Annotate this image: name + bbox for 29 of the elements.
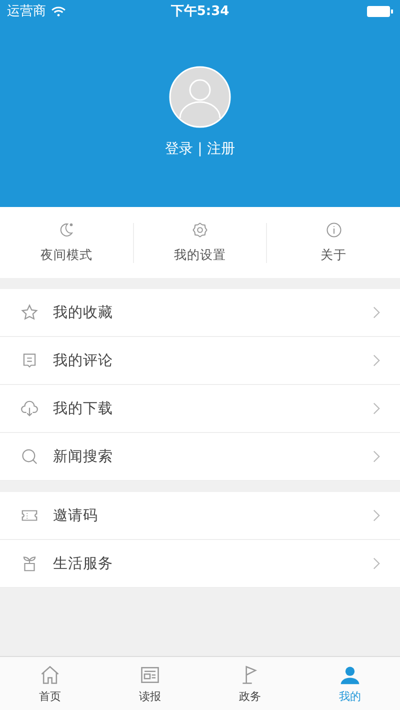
cloud-download-icon bbox=[20, 399, 39, 418]
tab-item[interactable]: 读报 bbox=[100, 657, 200, 710]
chevron-right-icon bbox=[373, 306, 380, 319]
chevron-right-icon bbox=[373, 450, 380, 463]
battery-icon bbox=[367, 6, 393, 16]
settings-icon bbox=[191, 221, 209, 239]
search-icon bbox=[20, 447, 39, 466]
menu-row[interactable]: 生活服务 bbox=[0, 540, 400, 588]
quick-action-button[interactable]: 夜间模式 bbox=[0, 221, 133, 264]
chevron-right-icon bbox=[373, 509, 380, 522]
carrier-name: 运营商 bbox=[7, 3, 46, 20]
chevron-right-icon bbox=[373, 402, 380, 415]
menu-row[interactable]: 邀请码 bbox=[0, 492, 400, 540]
quick-action-button[interactable]: 关于 bbox=[267, 221, 400, 264]
info-icon bbox=[324, 221, 343, 239]
star-icon bbox=[20, 303, 39, 322]
menu-row[interactable]: 我的评论 bbox=[0, 337, 400, 385]
tab-item[interactable]: 首页 bbox=[0, 657, 100, 710]
menu-row[interactable]: 我的下载 bbox=[0, 385, 400, 433]
home-icon bbox=[39, 664, 61, 686]
avatar-icon[interactable] bbox=[169, 66, 231, 128]
quick-action-button[interactable]: 我的设置 bbox=[134, 221, 266, 264]
status-time: 下午5:34 bbox=[170, 3, 230, 20]
wifi-icon bbox=[51, 6, 66, 16]
chevron-right-icon bbox=[373, 354, 380, 367]
menu-row[interactable]: 我的收藏 bbox=[0, 289, 400, 337]
chevron-right-icon bbox=[373, 557, 380, 570]
tab-item[interactable]: 政务 bbox=[200, 657, 300, 710]
menu-row[interactable]: 新闻搜索 bbox=[0, 433, 400, 481]
